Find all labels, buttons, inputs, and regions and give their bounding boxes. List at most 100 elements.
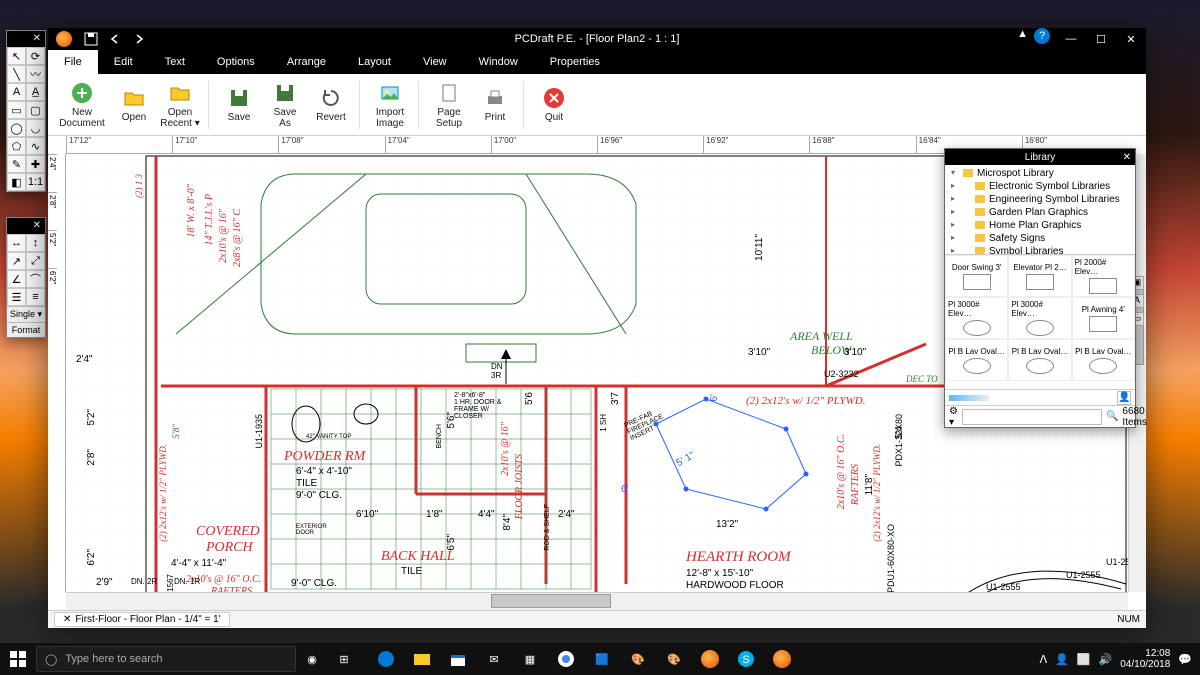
library-user-icon[interactable]: 👤 bbox=[1117, 391, 1131, 405]
library-item[interactable]: Pl B Lav Oval… bbox=[945, 339, 1008, 381]
ribbon-page-setup[interactable]: Page Setup bbox=[427, 81, 471, 129]
tool-text[interactable]: A bbox=[7, 83, 26, 101]
search-icon[interactable]: 🔍 bbox=[1106, 411, 1118, 422]
library-folder[interactable]: Electronic Symbol Libraries bbox=[949, 180, 1131, 193]
taskbar-app2-icon[interactable]: 🟦 bbox=[586, 643, 618, 675]
dim-horiz[interactable]: ↔ bbox=[7, 234, 26, 252]
tool-text2[interactable]: A̲ bbox=[26, 83, 45, 101]
tool-curve[interactable]: ∿ bbox=[26, 137, 45, 155]
help-icon[interactable]: ? bbox=[1034, 28, 1050, 44]
tool-eyedrop[interactable]: 1:1 bbox=[26, 173, 45, 191]
library-item[interactable]: Pl 2000# Elev… bbox=[1072, 255, 1135, 297]
dim-base[interactable]: ≡ bbox=[26, 288, 45, 306]
library-header[interactable]: Library✕ bbox=[945, 149, 1135, 165]
dim-rad[interactable]: ↗ bbox=[7, 252, 26, 270]
toolbox-palette[interactable]: ✕ ↖ ⟳ ╲ 〰 A A̲ ▭ ▢ ◯ ◡ ⬠ ∿ ✎ ✚ ◧ 1:1 bbox=[6, 30, 46, 192]
library-item[interactable]: Pl Awning 4' bbox=[1072, 297, 1135, 339]
qat-save-icon[interactable] bbox=[84, 32, 98, 46]
ruler-vertical[interactable]: 2'4"2'8"5'2"6'2" bbox=[48, 154, 66, 592]
maximize-button[interactable]: ☐ bbox=[1086, 28, 1116, 50]
taskbar-explorer-icon[interactable] bbox=[406, 643, 438, 675]
tool-rect[interactable]: ▭ bbox=[7, 101, 26, 119]
tool-line[interactable]: ╲ bbox=[7, 65, 26, 83]
ribbon-collapse-icon[interactable]: ▲ bbox=[1017, 28, 1028, 50]
start-button[interactable] bbox=[0, 643, 36, 675]
ribbon-print[interactable]: Print bbox=[473, 81, 517, 129]
tool-pointer[interactable]: ↖ bbox=[7, 47, 26, 65]
library-folder[interactable]: Garden Plan Graphics bbox=[949, 206, 1131, 219]
task-view-icon[interactable]: ⊞ bbox=[328, 643, 360, 675]
library-tree[interactable]: Microspot Library Electronic Symbol Libr… bbox=[945, 165, 1135, 255]
taskbar-mail-icon[interactable]: ✉ bbox=[478, 643, 510, 675]
library-panel[interactable]: Library✕ Microspot Library Electronic Sy… bbox=[944, 148, 1136, 428]
cortana-mic-icon[interactable]: ◉ bbox=[296, 643, 328, 675]
gear-icon[interactable]: ⚙ ▾ bbox=[949, 406, 958, 428]
menu-edit[interactable]: Edit bbox=[98, 50, 149, 74]
library-folder[interactable]: Home Plan Graphics bbox=[949, 219, 1131, 232]
close-icon[interactable]: ✕ bbox=[33, 221, 41, 231]
library-grid[interactable]: Door Swing 3' Elevator Pl 2… Pl 2000# El… bbox=[945, 255, 1135, 389]
qat-undo-icon[interactable] bbox=[108, 32, 122, 46]
ribbon-save-as[interactable]: Save As bbox=[263, 81, 307, 129]
dimension-palette[interactable]: ✕ ↔ ↕ ↗ ⤢ ∠ ⌒ ☰ ≡ Single ▾ Format bbox=[6, 217, 46, 338]
taskbar-chrome-icon[interactable] bbox=[550, 643, 582, 675]
library-search-input[interactable] bbox=[962, 409, 1102, 425]
menu-options[interactable]: Options bbox=[201, 50, 271, 74]
ribbon-revert[interactable]: Revert bbox=[309, 81, 353, 129]
ribbon-save[interactable]: Save bbox=[217, 81, 261, 129]
menu-text[interactable]: Text bbox=[149, 50, 201, 74]
dim-titlebar[interactable]: ✕ bbox=[7, 218, 45, 234]
taskbar-edge-icon[interactable] bbox=[370, 643, 402, 675]
ribbon-import-image[interactable]: Import Image bbox=[368, 81, 412, 129]
close-icon[interactable]: ✕ bbox=[33, 34, 41, 44]
tool-arc[interactable]: ◡ bbox=[26, 119, 45, 137]
dim-mode[interactable]: Single ▾ bbox=[7, 306, 45, 322]
taskbar-skype-icon[interactable]: S bbox=[730, 643, 762, 675]
dim-diag[interactable]: ⤢ bbox=[26, 252, 45, 270]
tray-people-icon[interactable]: 👤 bbox=[1055, 653, 1069, 666]
titlebar[interactable]: PCDraft P.E. - [Floor Plan2 - 1 : 1] ▲ ?… bbox=[48, 28, 1146, 50]
app-orb-icon[interactable] bbox=[56, 31, 72, 47]
taskbar-search[interactable]: ◯Type here to search bbox=[36, 646, 296, 672]
dim-chain[interactable]: ☰ bbox=[7, 288, 26, 306]
library-item[interactable]: Door Swing 3' bbox=[945, 255, 1008, 297]
tool-polyline[interactable]: 〰 bbox=[26, 65, 45, 83]
taskbar-app5-icon[interactable] bbox=[694, 643, 726, 675]
minimize-button[interactable]: — bbox=[1056, 28, 1086, 50]
menu-file[interactable]: File bbox=[48, 50, 98, 74]
taskbar-clock[interactable]: 12:0804/10/2018 bbox=[1120, 648, 1170, 670]
dim-angle[interactable]: ∠ bbox=[7, 270, 26, 288]
tool-freehand[interactable]: ✎ bbox=[7, 155, 26, 173]
taskbar-app3-icon[interactable]: 🎨 bbox=[622, 643, 654, 675]
tray-up-icon[interactable]: ᐱ bbox=[1040, 653, 1048, 666]
close-icon[interactable]: ✕ bbox=[63, 614, 71, 625]
qat-redo-icon[interactable] bbox=[132, 32, 146, 46]
library-folder[interactable]: Symbol Libraries bbox=[949, 245, 1131, 255]
taskbar-store-icon[interactable] bbox=[442, 643, 474, 675]
library-folder[interactable]: Engineering Symbol Libraries bbox=[949, 193, 1131, 206]
toolbox-titlebar[interactable]: ✕ bbox=[7, 31, 45, 47]
taskbar[interactable]: ◯Type here to search ◉ ⊞ ✉ ▦ 🟦 🎨 🎨 S ᐱ 👤… bbox=[0, 643, 1200, 675]
menu-properties[interactable]: Properties bbox=[534, 50, 616, 74]
taskbar-app4-icon[interactable]: 🎨 bbox=[658, 643, 690, 675]
tool-polygon[interactable]: ⬠ bbox=[7, 137, 26, 155]
tray-notifications-icon[interactable]: 💬 bbox=[1178, 653, 1192, 666]
tool-fill[interactable]: ◧ bbox=[7, 173, 26, 191]
tray-network-icon[interactable]: ⬜ bbox=[1077, 653, 1091, 666]
dim-vert[interactable]: ↕ bbox=[26, 234, 45, 252]
library-zoom-slider[interactable] bbox=[949, 395, 989, 401]
menubar[interactable]: File Edit Text Options Arrange Layout Vi… bbox=[48, 50, 1146, 74]
tool-marker[interactable]: ✚ bbox=[26, 155, 45, 173]
tool-rotate[interactable]: ⟳ bbox=[26, 47, 45, 65]
library-item[interactable]: Elevator Pl 2… bbox=[1008, 255, 1071, 297]
scrollbar-horizontal[interactable] bbox=[66, 592, 1128, 610]
ribbon-open-recent[interactable]: Open Recent ▾ bbox=[158, 81, 202, 129]
menu-arrange[interactable]: Arrange bbox=[271, 50, 342, 74]
menu-window[interactable]: Window bbox=[463, 50, 534, 74]
library-item[interactable]: Pl 3000# Elev… bbox=[945, 297, 1008, 339]
close-icon[interactable]: ✕ bbox=[1123, 152, 1131, 163]
ribbon-quit[interactable]: Quit bbox=[532, 86, 576, 123]
menu-view[interactable]: View bbox=[407, 50, 463, 74]
library-root[interactable]: Microspot Library bbox=[949, 167, 1131, 180]
library-item[interactable]: Pl B Lav Oval… bbox=[1072, 339, 1135, 381]
